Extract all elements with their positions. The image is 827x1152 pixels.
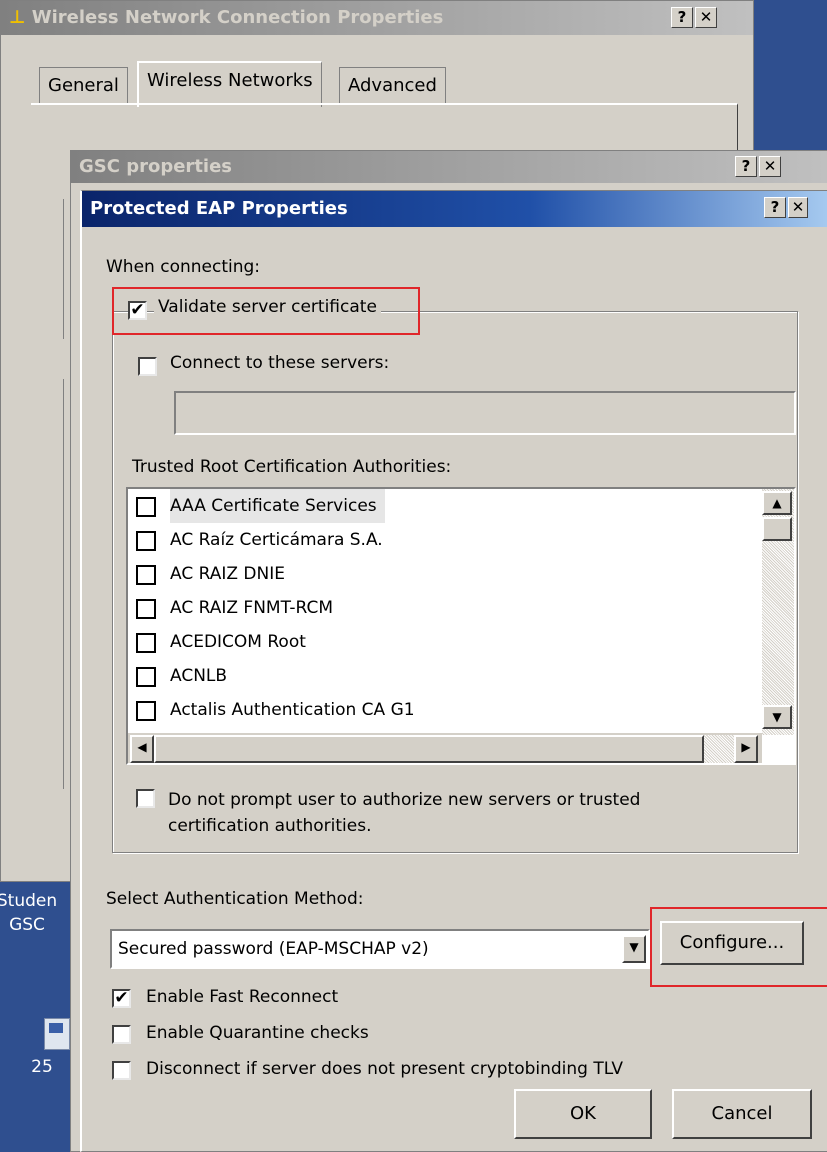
- when-connecting-label: When connecting:: [106, 257, 261, 277]
- ca-list-item[interactable]: ACEDICOM Root: [128, 625, 738, 659]
- scroll-thumb[interactable]: [762, 517, 792, 541]
- ca-list-item[interactable]: AC RAIZ DNIE: [128, 557, 738, 591]
- help-button[interactable]: ?: [671, 7, 693, 28]
- help-button[interactable]: ?: [764, 197, 786, 218]
- scroll-track: [704, 735, 734, 763]
- scroll-down-button[interactable]: ▼: [762, 705, 792, 729]
- tab-wireless-networks[interactable]: Wireless Networks: [137, 61, 322, 107]
- connect-servers-checkbox[interactable]: [138, 357, 157, 376]
- auth-method-label: Select Authentication Method:: [106, 889, 364, 909]
- fast-reconnect-label[interactable]: Enable Fast Reconnect: [146, 987, 338, 1007]
- ca-list-item[interactable]: Actalis Authentication CA G1: [128, 693, 738, 727]
- no-prompt-label[interactable]: Do not prompt user to authorize new serv…: [168, 787, 738, 839]
- no-prompt-checkbox[interactable]: [136, 789, 155, 808]
- inner-frame-line: [63, 379, 66, 789]
- cryptobinding-label[interactable]: Disconnect if server does not present cr…: [146, 1059, 623, 1079]
- auth-method-select[interactable]: Secured password (EAP-MSCHAP v2): [110, 929, 650, 969]
- ca-name: ACEDICOM Root: [170, 632, 306, 652]
- help-button[interactable]: ?: [735, 156, 757, 177]
- peap-properties-dialog: Protected EAP Properties ? ✕ When connec…: [80, 190, 827, 1152]
- ca-checkbox[interactable]: [136, 701, 156, 721]
- quarantine-label[interactable]: Enable Quarantine checks: [146, 1023, 369, 1043]
- ok-button[interactable]: OK: [514, 1089, 652, 1139]
- ca-checkbox[interactable]: [136, 633, 156, 653]
- dropdown-arrow-button[interactable]: ▼: [622, 935, 646, 963]
- ca-list-item[interactable]: ACNLB: [128, 659, 738, 693]
- ca-name: ACNLB: [170, 666, 228, 686]
- ca-list-item[interactable]: AC Raíz Certicámara S.A.: [128, 523, 738, 557]
- scroll-up-button[interactable]: ▲: [762, 491, 792, 515]
- ca-list[interactable]: AAA Certificate Services AC Raíz Certicá…: [126, 487, 796, 765]
- desktop-icon-label: Studen: [0, 891, 58, 911]
- ca-name: AC Raíz Certicámara S.A.: [170, 530, 383, 550]
- ca-checkbox[interactable]: [136, 667, 156, 687]
- highlight-validate-cert: [112, 287, 420, 335]
- inner-frame-line: [63, 199, 66, 339]
- window-icon: ⊥: [9, 7, 32, 28]
- cryptobinding-checkbox[interactable]: [112, 1061, 131, 1080]
- close-button[interactable]: ✕: [788, 197, 808, 218]
- scroll-right-button[interactable]: ▶: [734, 735, 758, 763]
- desktop-icon-label: 25: [31, 1057, 53, 1077]
- connect-servers-label[interactable]: Connect to these servers:: [170, 353, 389, 373]
- gsc-properties-titlebar: GSC properties ? ✕: [71, 151, 827, 183]
- wireless-properties-titlebar: ⊥ Wireless Network Connection Properties…: [1, 1, 753, 35]
- auth-method-value: Secured password (EAP-MSCHAP v2): [118, 939, 429, 959]
- ca-name: AC RAIZ FNMT-RCM: [170, 598, 334, 618]
- ca-name: Actalis Authentication CA G1: [170, 700, 415, 720]
- window-title: Wireless Network Connection Properties: [31, 7, 444, 28]
- ca-list-item[interactable]: AC RAIZ FNMT-RCM: [128, 591, 738, 625]
- close-button[interactable]: ✕: [759, 156, 781, 177]
- scroll-left-button[interactable]: ◀: [130, 735, 154, 763]
- cancel-button[interactable]: Cancel: [672, 1089, 812, 1139]
- fast-reconnect-checkbox[interactable]: ✔: [112, 989, 131, 1008]
- window-title: GSC properties: [79, 156, 233, 177]
- servers-input[interactable]: [174, 391, 796, 435]
- desktop-icon-label: GSC: [9, 915, 45, 935]
- ca-checkbox[interactable]: [136, 497, 156, 517]
- ca-checkbox[interactable]: [136, 531, 156, 551]
- tab-general[interactable]: General: [39, 67, 128, 104]
- ca-name: AC RAIZ DNIE: [170, 564, 285, 584]
- desktop-shortcut-icon[interactable]: [44, 1018, 70, 1050]
- highlight-configure: [650, 907, 827, 987]
- ca-checkbox[interactable]: [136, 599, 156, 619]
- ca-list-item[interactable]: AAA Certificate Services: [128, 489, 738, 523]
- tab-advanced[interactable]: Advanced: [339, 67, 446, 104]
- scroll-hthumb[interactable]: [154, 735, 704, 763]
- dialog-title: Protected EAP Properties: [90, 198, 348, 219]
- ca-name: AAA Certificate Services: [170, 489, 385, 523]
- trusted-cas-label: Trusted Root Certification Authorities:: [132, 457, 452, 477]
- close-button[interactable]: ✕: [695, 7, 717, 28]
- peap-titlebar: Protected EAP Properties ? ✕: [82, 191, 827, 227]
- ca-checkbox[interactable]: [136, 565, 156, 585]
- quarantine-checkbox[interactable]: [112, 1025, 131, 1044]
